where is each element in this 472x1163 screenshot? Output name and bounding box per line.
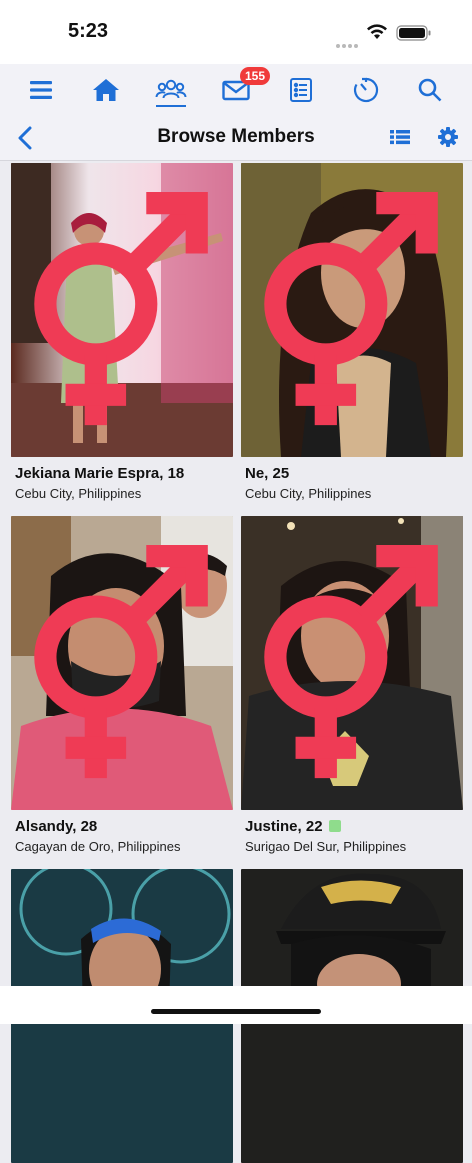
messages-badge: 155: [240, 67, 270, 85]
transgender-icon: [264, 191, 438, 426]
menu-icon[interactable]: [25, 74, 57, 106]
member-photo[interactable]: [241, 163, 463, 457]
member-name: Alsandy, 28: [15, 818, 98, 835]
member-location: Cagayan de Oro, Philippines: [15, 839, 181, 854]
active-tab-indicator: [156, 105, 186, 107]
home-indicator[interactable]: [151, 1009, 321, 1014]
member-name: Ne, 25: [245, 465, 290, 482]
status-time: 5:23: [68, 20, 109, 42]
cellular-signal-icon: [336, 35, 360, 53]
member-photo[interactable]: [11, 163, 233, 457]
settings-icon[interactable]: [436, 125, 460, 149]
battery-icon: [396, 25, 431, 41]
top-nav-bar: [0, 64, 472, 116]
member-photo[interactable]: [241, 516, 463, 810]
wifi-icon: [367, 24, 387, 39]
transgender-icon: [264, 544, 438, 779]
transgender-icon: [34, 191, 208, 426]
title-bar: Browse Members: [0, 116, 472, 161]
member-location: Cebu City, Philippines: [15, 486, 142, 501]
online-status-icon: [328, 820, 341, 832]
list-view-icon[interactable]: [388, 125, 412, 149]
home-icon[interactable]: [90, 74, 122, 106]
transgender-icon: [34, 544, 208, 779]
member-name: Justine, 22: [245, 818, 341, 835]
members-icon[interactable]: [155, 74, 187, 106]
home-indicator-area: [0, 986, 472, 1024]
list-icon[interactable]: [285, 74, 317, 106]
activity-icon[interactable]: [350, 74, 382, 106]
search-icon[interactable]: [414, 74, 446, 106]
member-location: Surigao Del Sur, Philippines: [245, 839, 407, 854]
member-name: Jekiana Marie Espra, 18: [15, 465, 185, 482]
status-bar: 5:23: [0, 0, 472, 64]
member-location: Cebu City, Philippines: [245, 486, 372, 501]
member-name-text: Justine, 22: [245, 818, 323, 835]
member-photo[interactable]: [11, 516, 233, 810]
